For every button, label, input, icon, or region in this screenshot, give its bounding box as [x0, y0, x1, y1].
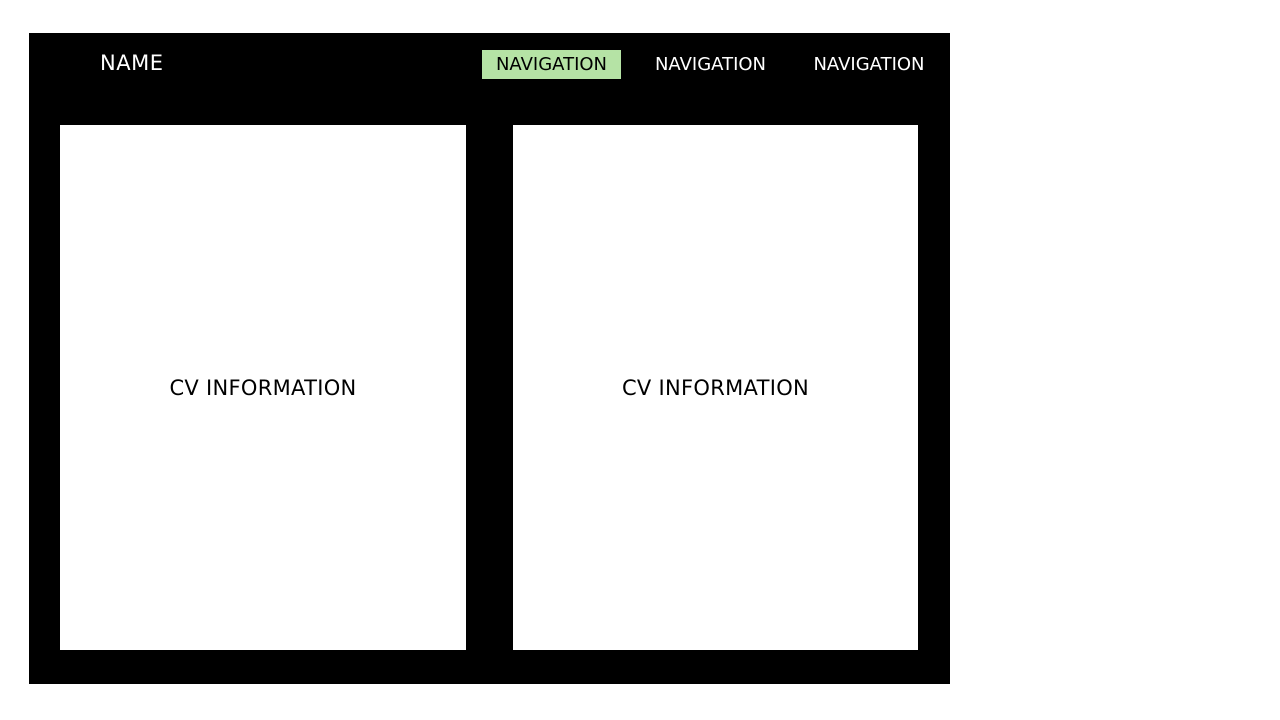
cv-panel-right: CV INFORMATION	[513, 125, 918, 650]
nav-item-2[interactable]: NAVIGATION	[645, 50, 776, 79]
nav-item-1[interactable]: NAVIGATION	[482, 50, 621, 79]
nav-item-3[interactable]: NAVIGATION	[804, 50, 934, 79]
cv-info-label: CV INFORMATION	[621, 375, 810, 400]
site-name: NAME	[100, 51, 164, 75]
page-frame: NAME NAVIGATION NAVIGATION NAVIGATION CV…	[29, 33, 950, 684]
cv-panel-left: CV INFORMATION	[60, 125, 466, 650]
cv-info-label: CV INFORMATION	[169, 375, 357, 400]
